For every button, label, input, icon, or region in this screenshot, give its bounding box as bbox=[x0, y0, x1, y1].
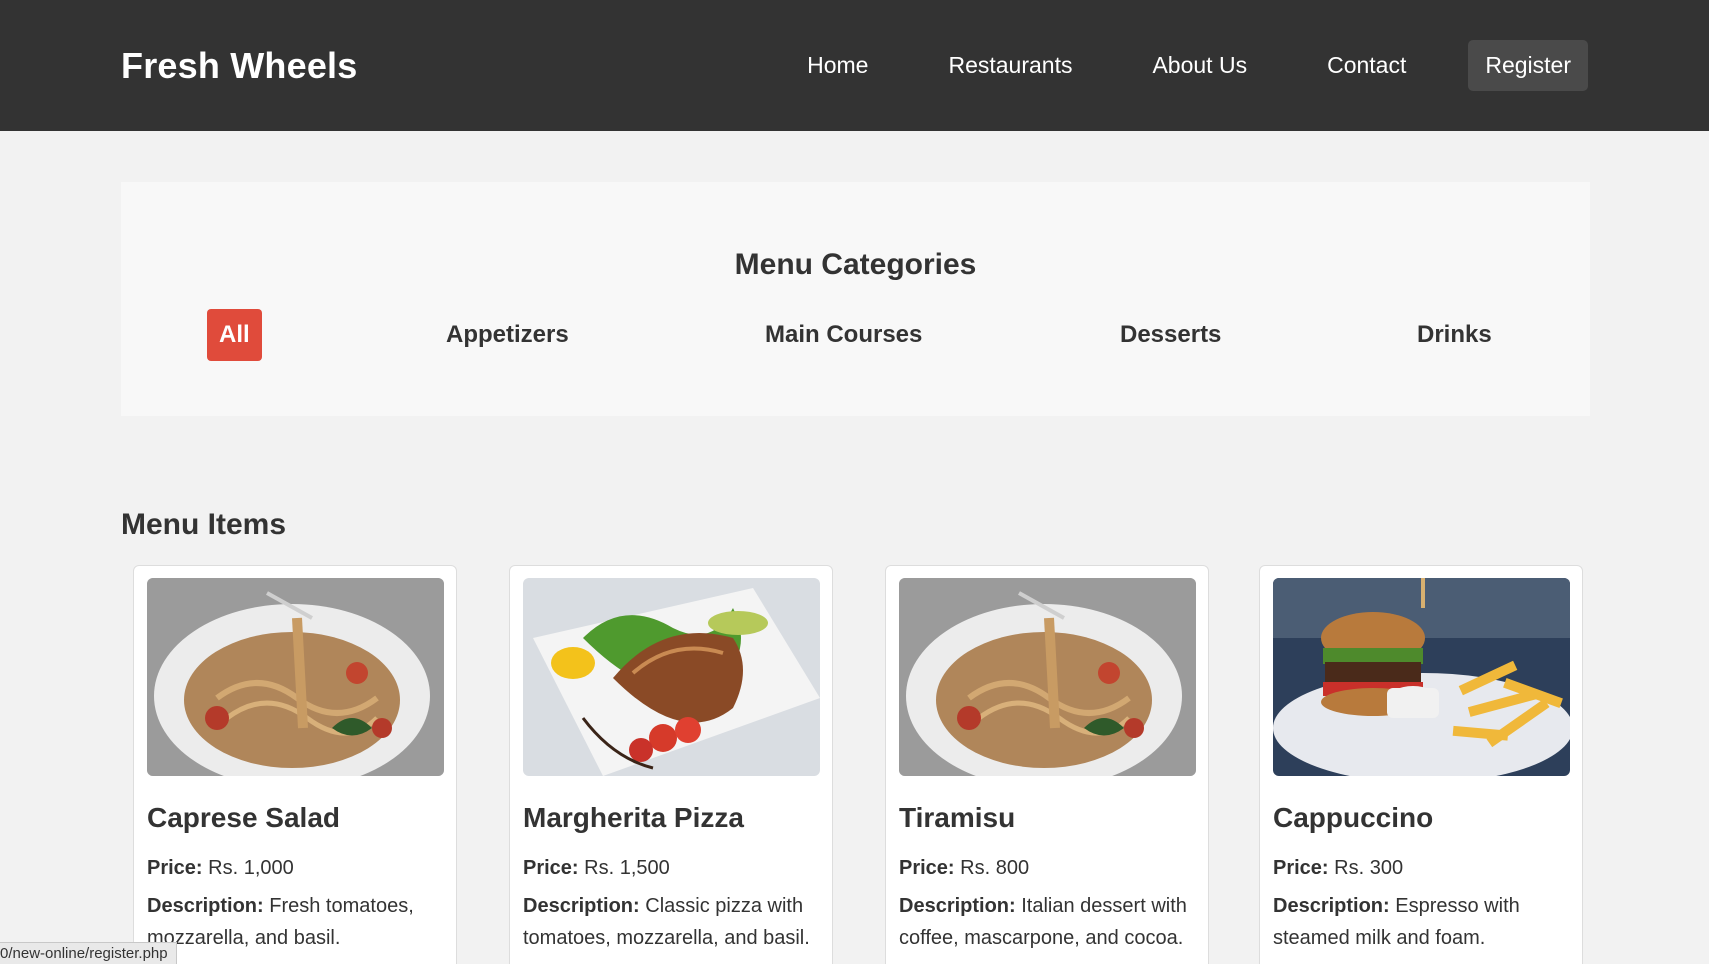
item-price: Price: Rs. 1,500 bbox=[523, 852, 819, 884]
burger-fries-image bbox=[1273, 578, 1570, 776]
category-main-courses-button[interactable]: Main Courses bbox=[765, 309, 922, 361]
description-line-2: tomatoes, mozzarella, and basil. bbox=[523, 927, 810, 949]
price-label: Price: bbox=[899, 857, 955, 879]
item-description: Description: Espresso with steamed milk a… bbox=[1273, 890, 1569, 954]
item-price: Price: Rs. 300 bbox=[1273, 852, 1569, 884]
description-line-2: steamed milk and foam. bbox=[1273, 927, 1486, 949]
nav-home-link[interactable]: Home bbox=[767, 40, 908, 91]
item-description: Description: Classic pizza with tomatoes,… bbox=[523, 890, 819, 954]
menu-items-title: Menu Items bbox=[121, 508, 287, 541]
menu-item-card[interactable]: Tiramisu Price: Rs. 800 Description: Ita… bbox=[885, 565, 1209, 964]
categories-title: Menu Categories bbox=[734, 248, 977, 281]
description-label: Description: bbox=[899, 895, 1016, 917]
site-logo[interactable]: Fresh Wheels bbox=[121, 45, 357, 87]
nav-restaurants-link[interactable]: Restaurants bbox=[908, 40, 1112, 91]
item-name: Cappuccino bbox=[1273, 802, 1434, 833]
price-value: Rs. 1,500 bbox=[584, 857, 670, 879]
category-drinks-button[interactable]: Drinks bbox=[1417, 309, 1492, 361]
item-price: Price: Rs. 800 bbox=[899, 852, 1195, 884]
description-label: Description: bbox=[147, 895, 264, 917]
pasta-plate-image bbox=[147, 578, 444, 776]
menu-item-card[interactable]: Margherita Pizza Price: Rs. 1,500 Descri… bbox=[509, 565, 833, 964]
description-line-1: Italian dessert with bbox=[1021, 895, 1187, 917]
salmon-plate-image bbox=[523, 578, 820, 776]
price-label: Price: bbox=[523, 857, 579, 879]
description-line-1: Fresh tomatoes, bbox=[269, 895, 414, 917]
description-label: Description: bbox=[1273, 895, 1390, 917]
menu-item-card[interactable]: Cappuccino Price: Rs. 300 Description: E… bbox=[1259, 565, 1583, 964]
price-value: Rs. 800 bbox=[960, 857, 1030, 879]
nav-about-link[interactable]: About Us bbox=[1112, 40, 1287, 91]
item-description: Description: Fresh tomatoes, mozzarella, … bbox=[147, 890, 443, 954]
category-desserts-button[interactable]: Desserts bbox=[1120, 309, 1221, 361]
menu-item-card[interactable]: Caprese Salad Price: Rs. 1,000 Descripti… bbox=[133, 565, 457, 964]
description-line-1: Classic pizza with bbox=[645, 895, 804, 917]
description-label: Description: bbox=[523, 895, 640, 917]
register-button[interactable]: Register bbox=[1468, 40, 1588, 91]
item-description: Description: Italian dessert with coffee,… bbox=[899, 890, 1195, 954]
browser-status-url: 0/new-online/register.php bbox=[0, 942, 177, 964]
category-all-button[interactable]: All bbox=[207, 309, 262, 361]
item-name: Caprese Salad bbox=[147, 802, 340, 833]
description-line-2: coffee, mascarpone, and cocoa. bbox=[899, 927, 1184, 949]
item-name: Margherita Pizza bbox=[523, 802, 744, 833]
description-line-1: Espresso with bbox=[1395, 895, 1520, 917]
price-value: Rs. 1,000 bbox=[208, 857, 294, 879]
menu-categories-panel: Menu Categories All Appetizers Main Cour… bbox=[121, 182, 1590, 416]
item-price: Price: Rs. 1,000 bbox=[147, 852, 443, 884]
nav-contact-link[interactable]: Contact bbox=[1287, 40, 1446, 91]
price-label: Price: bbox=[1273, 857, 1329, 879]
item-name: Tiramisu bbox=[899, 802, 1016, 833]
pasta-plate-image bbox=[899, 578, 1196, 776]
main-nav: Home Restaurants About Us Contact Regist… bbox=[767, 40, 1588, 91]
category-list: All Appetizers Main Courses Desserts Dri… bbox=[121, 309, 1590, 361]
price-label: Price: bbox=[147, 857, 203, 879]
site-header: Fresh Wheels Home Restaurants About Us C… bbox=[0, 0, 1709, 131]
price-value: Rs. 300 bbox=[1334, 857, 1404, 879]
category-appetizers-button[interactable]: Appetizers bbox=[446, 309, 569, 361]
